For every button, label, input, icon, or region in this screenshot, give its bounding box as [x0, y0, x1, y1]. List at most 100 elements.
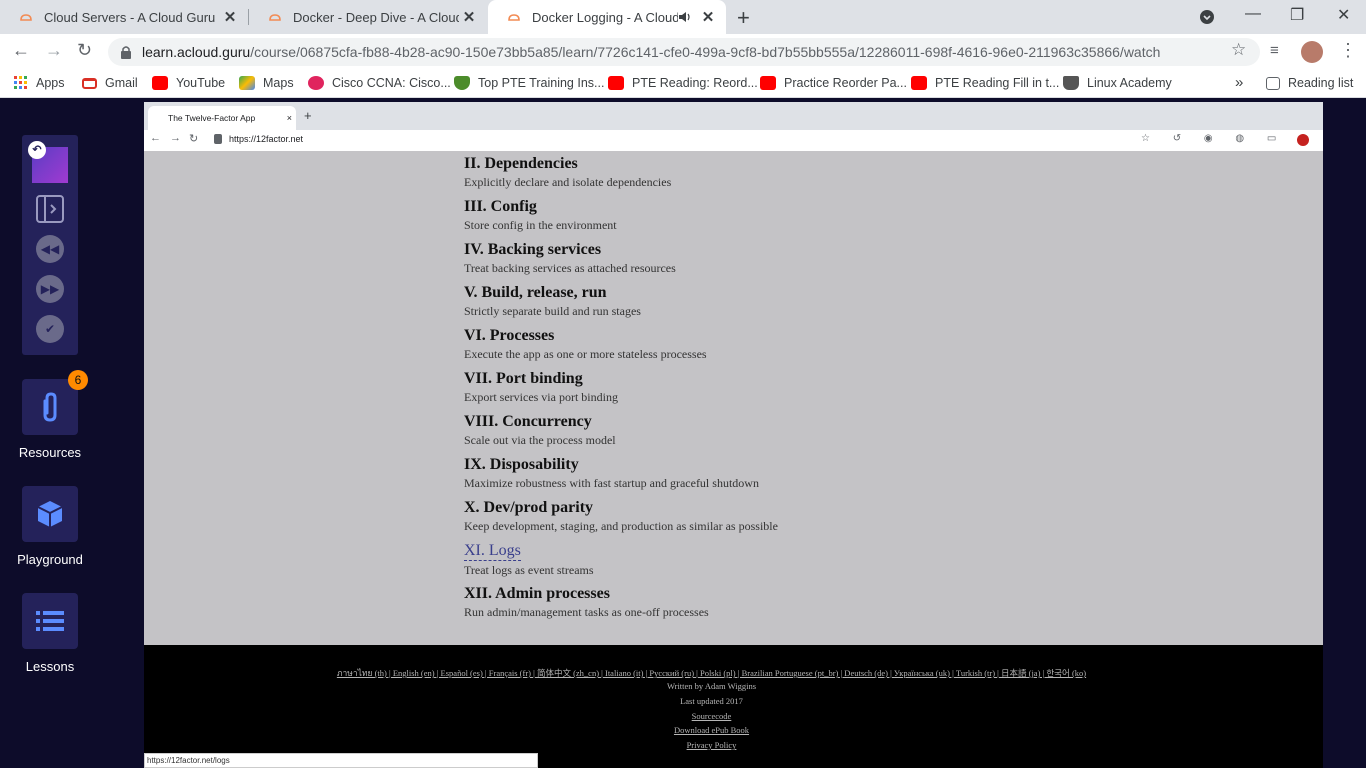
lessons-label: Lessons [25, 659, 75, 674]
inner-tab-close-icon: × [286, 113, 292, 123]
bookmark-linux-academy[interactable]: Linux Academy [1063, 76, 1172, 90]
factor-heading: IV. Backing services [464, 241, 602, 258]
video-player[interactable]: The Twelve-Factor App × + ← → ↻ https://… [144, 102, 1323, 768]
minimize-icon[interactable]: — [1245, 5, 1261, 23]
back-arrow-icon[interactable]: ↶ [28, 141, 46, 159]
gmail-icon [82, 77, 97, 89]
resources-label: Resources [18, 445, 82, 460]
media-queue-icon[interactable]: ≡ [1270, 42, 1279, 59]
tab-cloud-servers[interactable]: Cloud Servers - A Cloud Guru ✕ [0, 0, 248, 34]
tab-search-icon[interactable] [1199, 9, 1215, 25]
factor-description: Scale out via the process model [464, 433, 616, 447]
tab-title: Docker Logging - A Cloud G [532, 9, 678, 25]
bookmark-practice-reorder[interactable]: Practice Reorder Pa... [760, 76, 907, 90]
factor-description: Execute the app as one or more stateless… [464, 347, 707, 361]
inner-lock-icon [214, 134, 222, 144]
factor-description: Store config in the environment [464, 218, 617, 232]
epub-link: Download ePub Book [673, 725, 750, 735]
mark-complete-check-icon[interactable]: ✔ [36, 315, 64, 343]
tab-title: Cloud Servers - A Cloud Guru [44, 9, 216, 25]
bookmark-maps[interactable]: Maps [239, 76, 294, 90]
bookmark-cisco[interactable]: Cisco CCNA: Cisco... [308, 76, 451, 90]
speaker-icon[interactable] [678, 10, 692, 24]
reading-list-icon [1266, 76, 1280, 90]
inner-back-icon: ← [150, 132, 161, 144]
course-thumbnail[interactable]: ↶ [28, 141, 68, 183]
address-bar[interactable]: learn.acloud.guru/course/06875cfa-fb88-4… [108, 38, 1260, 66]
twelve-factor-page: II. Dependencies Explicitly declare and … [144, 151, 1323, 645]
sidebar-toggle-icon[interactable] [36, 195, 64, 223]
forward-arrow-icon[interactable]: → [45, 40, 63, 61]
lessons-button[interactable] [22, 593, 78, 649]
factor-build-release-run: V. Build, release, run Strictly separate… [464, 284, 641, 319]
bookmark-apps[interactable]: Apps [14, 76, 65, 90]
twelve-factor-footer: ภาษาไทย (th) | English (en) | Español (e… [144, 645, 1323, 768]
inner-url: https://12factor.net [229, 134, 304, 144]
factor-dev-prod-parity: X. Dev/prod parity Keep development, sta… [464, 499, 778, 534]
bookmark-star-icon[interactable]: ☆ [1231, 40, 1246, 60]
video-control-panel: ↶ ◀◀ ▶▶ ✔ [22, 135, 78, 355]
factor-backing-services: IV. Backing services Treat backing servi… [464, 241, 676, 276]
playground-button[interactable] [22, 486, 78, 542]
bookmark-pte-fill[interactable]: PTE Reading Fill in t... [911, 76, 1059, 90]
factor-logs-link: XI. Logs [464, 542, 521, 561]
factor-heading: VI. Processes [464, 327, 555, 344]
bookmark-top-pte[interactable]: Top PTE Training Ins... [454, 76, 604, 90]
tab-close-icon[interactable]: ✕ [220, 8, 240, 26]
factor-description: Export services via port binding [464, 390, 618, 404]
playground-label: Playground [17, 552, 83, 567]
right-margin [1323, 102, 1366, 768]
factor-logs: XI. Logs Treat logs as event streams [464, 542, 594, 578]
youtube-icon [911, 76, 927, 90]
factor-concurrency: VIII. Concurrency Scale out via the proc… [464, 413, 616, 448]
resources-button[interactable] [22, 379, 78, 435]
list-icon [36, 611, 64, 631]
inner-profile-icon [1297, 134, 1309, 146]
tab-docker-deep-dive[interactable]: Docker - Deep Dive - A Cloud Gu ✕ [249, 0, 487, 34]
reading-list-button[interactable]: Reading list [1266, 76, 1353, 90]
bookmark-label: Top PTE Training Ins... [478, 76, 605, 90]
acloudguru-favicon-icon [508, 14, 520, 21]
acloudguru-favicon-icon [20, 14, 32, 21]
inner-reload-icon: ↻ [189, 133, 199, 145]
youtube-icon [152, 76, 168, 90]
factor-heading: II. Dependencies [464, 155, 578, 172]
factor-heading: IX. Disposability [464, 456, 579, 473]
menu-kebab-icon[interactable]: ⋮ [1339, 40, 1357, 61]
more-bookmarks-button[interactable]: » [1235, 74, 1243, 91]
restore-icon[interactable]: ❐ [1290, 5, 1304, 25]
factor-admin-processes: XII. Admin processes Run admin/managemen… [464, 585, 709, 620]
inner-tab-twelve-factor: The Twelve-Factor App × [148, 106, 296, 130]
maps-icon [239, 76, 255, 90]
profile-avatar[interactable] [1301, 41, 1323, 63]
factor-heading: VIII. Concurrency [464, 413, 592, 430]
factor-processes: VI. Processes Execute the app as one or … [464, 327, 707, 362]
bookmark-gmail[interactable]: Gmail [82, 76, 138, 90]
factor-heading: V. Build, release, run [464, 284, 607, 301]
factor-description: Strictly separate build and run stages [464, 304, 641, 318]
tab-docker-logging[interactable]: Docker Logging - A Cloud G ✕ [488, 0, 726, 34]
factor-heading: X. Dev/prod parity [464, 499, 594, 516]
bookmark-pte-reorder[interactable]: PTE Reading: Reord... [608, 76, 758, 90]
bookmark-youtube[interactable]: YouTube [152, 76, 225, 90]
fast-forward-icon[interactable]: ▶▶ [36, 275, 64, 303]
inner-toolbar: ← → ↻ https://12factor.net ☆ ↺ ◉ ◍ ▭ ≡ [144, 130, 1323, 151]
youtube-icon [760, 76, 776, 90]
inner-extension-icons: ☆ ↺ ◉ ◍ ▭ ≡ [1141, 133, 1315, 144]
bookmark-label: YouTube [176, 76, 226, 90]
new-tab-button[interactable]: + [737, 5, 750, 31]
factor-description: Explicitly declare and isolate dependenc… [464, 175, 672, 189]
tab-close-icon[interactable]: ✕ [459, 8, 479, 26]
factor-description: Run admin/management tasks as one-off pr… [464, 605, 709, 619]
factor-config: III. Config Store config in the environm… [464, 198, 617, 233]
close-window-icon[interactable]: ✕ [1337, 5, 1350, 25]
inner-forward-icon: → [170, 132, 181, 144]
rewind-icon[interactable]: ◀◀ [36, 235, 64, 263]
reload-icon[interactable]: ↻ [77, 40, 92, 61]
inner-new-tab-icon: + [304, 108, 312, 123]
acloudguru-favicon-icon [269, 14, 281, 21]
tab-close-icon[interactable]: ✕ [698, 8, 718, 26]
factor-disposability: IX. Disposability Maximize robustness wi… [464, 456, 759, 491]
back-arrow-icon[interactable]: ← [12, 40, 30, 61]
factor-port-binding: VII. Port binding Export services via po… [464, 370, 618, 405]
